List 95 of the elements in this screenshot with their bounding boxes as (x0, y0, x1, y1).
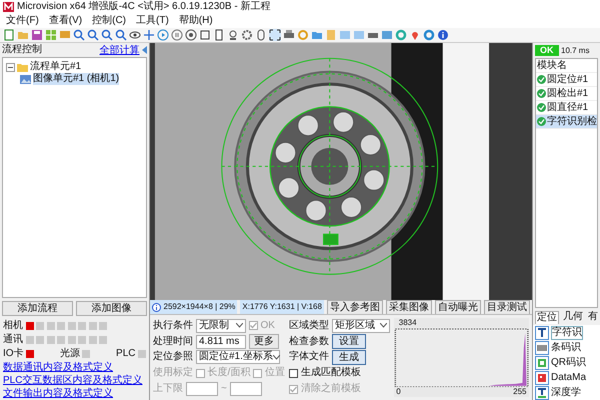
toolbar-button[interactable]: 导入参考图 (326, 300, 383, 314)
matrix-code-icon[interactable] (535, 370, 549, 384)
menu-item[interactable]: 文件(F) (6, 15, 39, 27)
axis-label: 3834 (398, 318, 418, 328)
text-tool-icon[interactable] (535, 326, 549, 340)
definition-link[interactable]: PLC交互数据区内容及格式定义 (0, 374, 146, 387)
folder-icon (17, 62, 28, 72)
status-label: 相机 (3, 320, 23, 332)
action-button[interactable]: 生成 (332, 350, 366, 365)
text-tool-icon[interactable] (535, 386, 549, 400)
panel-title: 流程控制 (2, 44, 42, 56)
checkbox-label: 生成匹配模板 (300, 367, 361, 380)
toolbar-button[interactable]: 自动曝光 (434, 300, 481, 314)
location-pin-icon[interactable] (409, 29, 421, 41)
dropdown[interactable]: 矩形区域 (332, 318, 390, 333)
barcode-icon[interactable] (535, 340, 549, 354)
dropdown[interactable]: 圆定位#1.坐标系 (196, 350, 280, 364)
pause-icon[interactable] (171, 29, 183, 41)
text-field[interactable]: 4.811 ms (196, 334, 246, 349)
module-row[interactable]: 圆检出#1 (536, 87, 597, 101)
zoom-icon[interactable] (87, 29, 99, 41)
mouse-icon[interactable] (255, 29, 267, 41)
stop-icon[interactable] (185, 29, 197, 41)
zoom-icon[interactable] (101, 29, 113, 41)
image-size-text: 2592×1944×8 | 29% (164, 301, 236, 313)
eye-icon[interactable] (129, 29, 141, 41)
more-button[interactable]: 更多 (249, 334, 279, 350)
zoom-out-icon[interactable] (115, 29, 127, 41)
cursor-readout: X:1776 Y:1631 | V:168 (240, 300, 324, 314)
result-status: OK (535, 45, 558, 56)
field-label: 字体文件 (288, 351, 329, 364)
field-label: 上下限 (153, 383, 183, 396)
field-label: 处理时间 (153, 336, 193, 348)
expander-icon[interactable] (6, 62, 15, 72)
tree-item[interactable]: 图像单元#1 (相机1) (33, 73, 120, 85)
collapse-arrow-icon[interactable] (142, 46, 147, 54)
status-label: IO卡 (3, 348, 24, 360)
field-label: 执行条件 (153, 320, 193, 332)
tree-item[interactable]: 流程单元#1 (30, 61, 82, 73)
checkbox[interactable] (288, 368, 298, 378)
frame-icon[interactable] (199, 29, 211, 41)
toolbar-button[interactable]: 目录测试 (484, 300, 530, 314)
caret-icon (272, 354, 280, 360)
status-label: 通讯 (3, 334, 23, 346)
document-icon[interactable] (213, 29, 225, 41)
tab[interactable]: 有 (587, 311, 599, 324)
action-button[interactable]: 设置 (332, 334, 366, 350)
new-document-icon[interactable] (3, 29, 15, 41)
column-header: 模块名 (536, 59, 597, 73)
add-button[interactable]: 添加流程 (2, 301, 73, 316)
caret-icon (236, 323, 243, 328)
play-icon[interactable] (157, 29, 169, 41)
tab[interactable]: 定位 (535, 311, 559, 324)
text-field[interactable] (230, 382, 262, 396)
qr-code-icon[interactable] (535, 356, 549, 370)
gear-icon[interactable] (241, 29, 253, 41)
menu-item[interactable]: 帮助(H) (178, 15, 213, 27)
field-label: 区域类型 (288, 320, 329, 332)
checkbox-label: OK (260, 320, 275, 332)
field-label: 定位参照 (153, 351, 193, 364)
zoom-in-icon[interactable] (73, 29, 85, 41)
menu-item[interactable]: 查看(V) (48, 15, 82, 27)
status-label: 光源 (60, 348, 80, 360)
image-icon[interactable] (381, 29, 393, 41)
menu-item[interactable]: 工具(T) (136, 15, 169, 27)
menu-item[interactable]: 控制(C) (92, 15, 126, 27)
field-label: 检查参数 (288, 336, 329, 348)
crosshair-icon[interactable] (143, 29, 155, 41)
text-field[interactable] (186, 382, 218, 396)
definition-link[interactable]: 文件输出内容及格式定义 (0, 387, 116, 400)
tab[interactable]: 几何 (562, 311, 584, 324)
toolbar-button[interactable]: 采集图像 (386, 300, 432, 314)
module-row[interactable]: 字符识别检 (536, 115, 597, 129)
fit-screen-icon[interactable] (269, 29, 281, 41)
checkbox-label: 清除之前模板 (300, 383, 361, 396)
module-row[interactable]: 圆定位#1 (536, 73, 597, 87)
calculate-all-link[interactable]: 全部计算 (100, 44, 140, 56)
add-button[interactable]: 添加图像 (76, 301, 147, 316)
image-icon (20, 74, 31, 84)
field-label: 使用标定 (153, 367, 193, 380)
window-title: Microvision x64 增强版-4C <试用> 6.0.19.1230B - 新工程 (17, 1, 270, 13)
separator-text: ~ (221, 383, 227, 396)
dropdown[interactable]: 无限制 (196, 318, 246, 333)
info-icon[interactable] (437, 29, 449, 41)
info-icon (152, 302, 161, 312)
status-label: PLC (116, 348, 136, 360)
cycle-time: 10.7 ms (561, 46, 590, 56)
tool-item[interactable]: 字符识 (551, 326, 583, 340)
definition-link[interactable]: 数据通讯内容及格式定义 (0, 361, 116, 374)
checkbox-label: 长度/面积 (208, 367, 250, 380)
axis-label: 0 (396, 387, 401, 397)
axis-label: 255 (513, 387, 526, 397)
caret-icon (380, 323, 387, 328)
save-icon[interactable] (31, 29, 43, 41)
checkbox-label: 位置 (264, 367, 285, 380)
